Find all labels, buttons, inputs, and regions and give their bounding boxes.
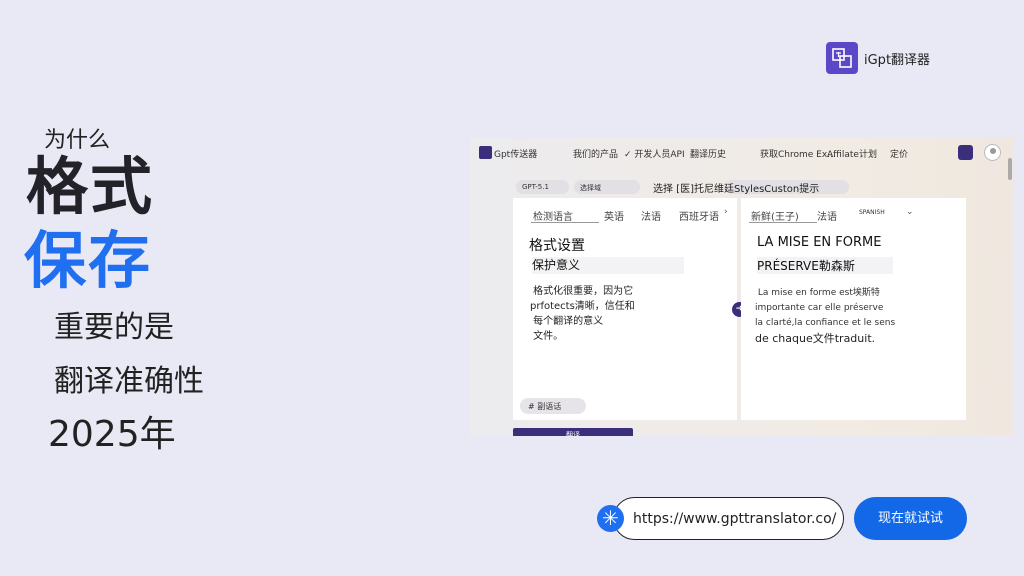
source-panel: 检测语言 英语 法语 西班牙语 › 格式设置 保护意义 格式化很重要，因为它 p…: [513, 198, 737, 420]
model-select[interactable]: GPT-5.1: [516, 180, 569, 194]
nav-item-chrome[interactable]: 获取Chrome Ex...: [760, 147, 836, 160]
target-body: La mise en forme est埃斯特 importante car e…: [755, 288, 896, 345]
url-box[interactable]: https://www.gpttranslator.co/: [613, 497, 844, 540]
lang-underline: [531, 222, 599, 223]
headline-big-2: 保存: [24, 224, 153, 297]
lang-target-french[interactable]: 法语: [817, 208, 837, 223]
target-subtitle: PRÉSERVE勒森斯: [757, 259, 855, 273]
headline-big-1: 格式: [26, 150, 155, 223]
source-subtitle: 保护意义: [532, 258, 581, 272]
nav-item-products[interactable]: 我们的产品: [573, 147, 618, 160]
app-name: Gpt传送器: [494, 150, 538, 160]
headline-line-4: 翻译准确性: [54, 364, 204, 399]
target-title: LA MISE EN FORME: [757, 235, 882, 250]
extension-icon[interactable]: [958, 145, 973, 160]
brand-name: iGpt翻译器: [864, 52, 931, 68]
avatar[interactable]: [984, 144, 1001, 161]
lang-underline: [749, 222, 817, 223]
source-title: 格式设置: [529, 238, 585, 254]
translate-logo-icon: [826, 42, 858, 74]
nav-item-affiliate[interactable]: Affilate计划: [827, 147, 877, 160]
headline-line-3: 重要的是: [54, 310, 174, 345]
app-nav: Gpt传送器 我们的产品 ✓ 开发人员API 翻译历史 获取Chrome Ex.…: [470, 138, 1014, 168]
lang-french[interactable]: 法语: [641, 208, 661, 223]
nav-item-pricing[interactable]: 定价: [890, 147, 908, 160]
chevron-right-icon[interactable]: ›: [724, 207, 728, 217]
domain-select[interactable]: 选择域: [574, 180, 640, 194]
dialect-button[interactable]: # 副语话: [520, 398, 586, 414]
try-now-button[interactable]: 现在就试试: [854, 497, 967, 540]
sparkle-icon: ✳: [597, 505, 624, 532]
translate-button[interactable]: 翻译: [513, 428, 633, 436]
app-screenshot: Gpt传送器 我们的产品 ✓ 开发人员API 翻译历史 获取Chrome Ex.…: [470, 138, 1014, 436]
nav-item-history[interactable]: 翻译历史: [690, 147, 726, 160]
lang-target-active[interactable]: 新鲜(王子): [751, 208, 799, 223]
lang-spanish[interactable]: 西班牙语: [679, 208, 719, 223]
source-body[interactable]: 格式化很重要，因为它 prfotects清晰，信任和 每个翻译的意义 文件。: [530, 284, 635, 344]
target-panel: 新鲜(王子) 法语 SPANISH ⌄ LA MISE EN FORME PRÉ…: [741, 198, 966, 420]
brand[interactable]: iGpt翻译器: [826, 42, 930, 74]
url-text[interactable]: https://www.gpttranslator.co/: [633, 511, 836, 527]
chevron-down-icon[interactable]: ⌄: [906, 207, 914, 217]
lang-detect[interactable]: 检测语言: [533, 208, 573, 223]
lang-target-spanish[interactable]: SPANISH: [859, 209, 885, 216]
lang-english[interactable]: 英语: [604, 208, 624, 223]
scrollbar[interactable]: [1008, 158, 1012, 180]
nav-item-api[interactable]: ✓ 开发人员API: [624, 147, 685, 160]
app-logo-icon: [479, 146, 492, 159]
headline-year: 2025年: [48, 414, 176, 455]
prompt-label: 选择 [医]托尼维廷StylesCuston提示: [653, 184, 820, 195]
